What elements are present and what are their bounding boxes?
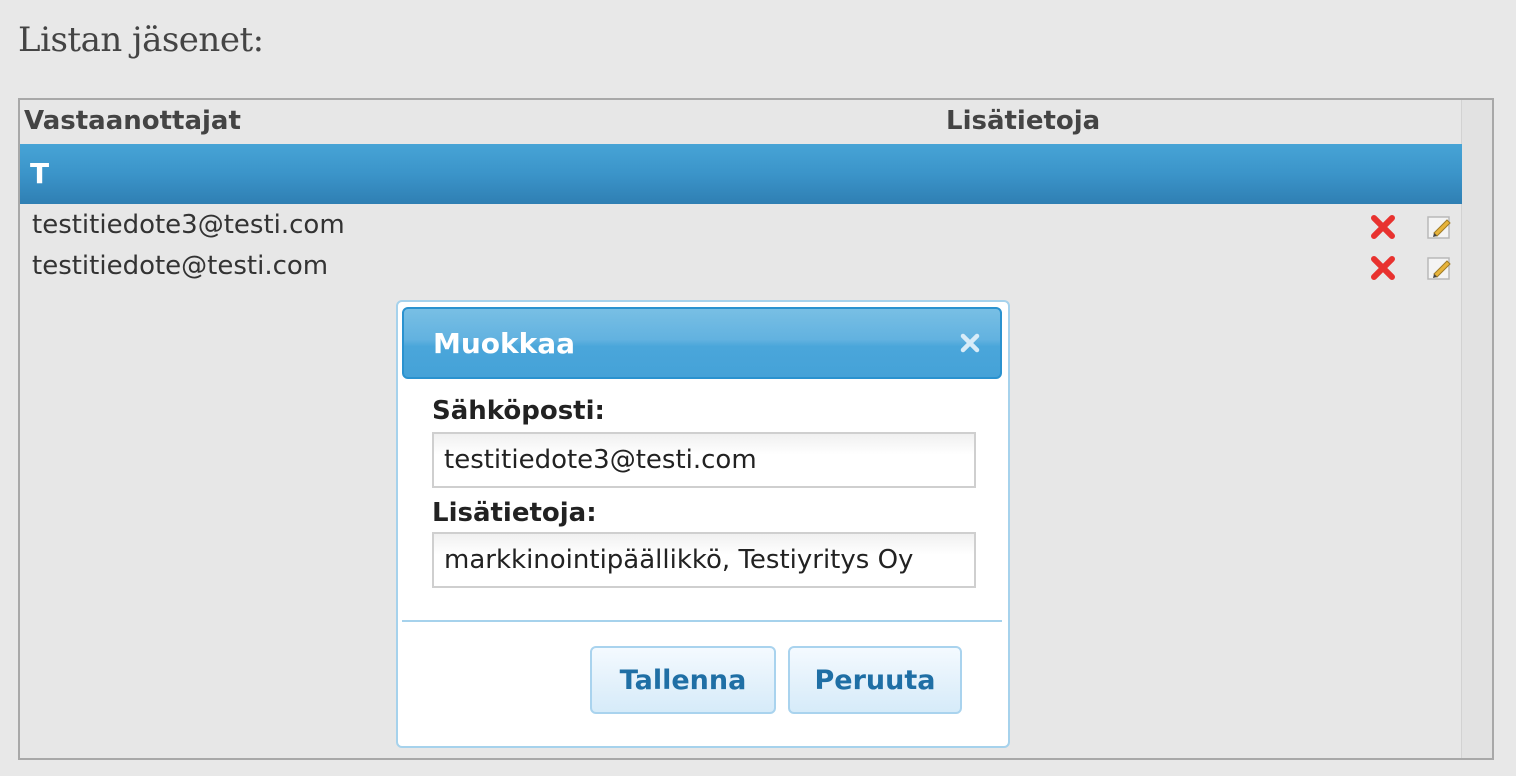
column-header-recipients[interactable]: Vastaanottajat [24, 106, 241, 136]
info-label: Lisätietoja: [432, 498, 597, 528]
edit-dialog: Muokkaa Sähköposti: Lisätietoja: Tallenn… [396, 300, 1010, 748]
email-label: Sähköposti: [432, 396, 605, 426]
cancel-button[interactable]: Peruuta [788, 646, 962, 714]
edit-icon[interactable] [1424, 212, 1454, 242]
close-icon[interactable] [956, 329, 984, 357]
info-input[interactable] [432, 532, 976, 588]
page-title: Listan jäsenet: [18, 20, 264, 60]
member-row: testitiedote3@testi.com [20, 208, 1462, 248]
member-email: testitiedote3@testi.com [32, 210, 345, 240]
edit-icon[interactable] [1424, 253, 1454, 283]
delete-icon[interactable] [1368, 253, 1398, 283]
group-header: T [20, 144, 1462, 204]
member-row: testitiedote@testi.com [20, 249, 1462, 289]
scrollbar[interactable] [1461, 100, 1492, 758]
member-email: testitiedote@testi.com [32, 251, 329, 281]
dialog-title: Muokkaa [433, 327, 576, 360]
dialog-titlebar[interactable]: Muokkaa [402, 307, 1002, 379]
save-button[interactable]: Tallenna [590, 646, 776, 714]
column-header-info[interactable]: Lisätietoja [946, 106, 1100, 136]
dialog-separator [402, 620, 1002, 622]
email-input[interactable] [432, 432, 976, 488]
delete-icon[interactable] [1368, 212, 1398, 242]
